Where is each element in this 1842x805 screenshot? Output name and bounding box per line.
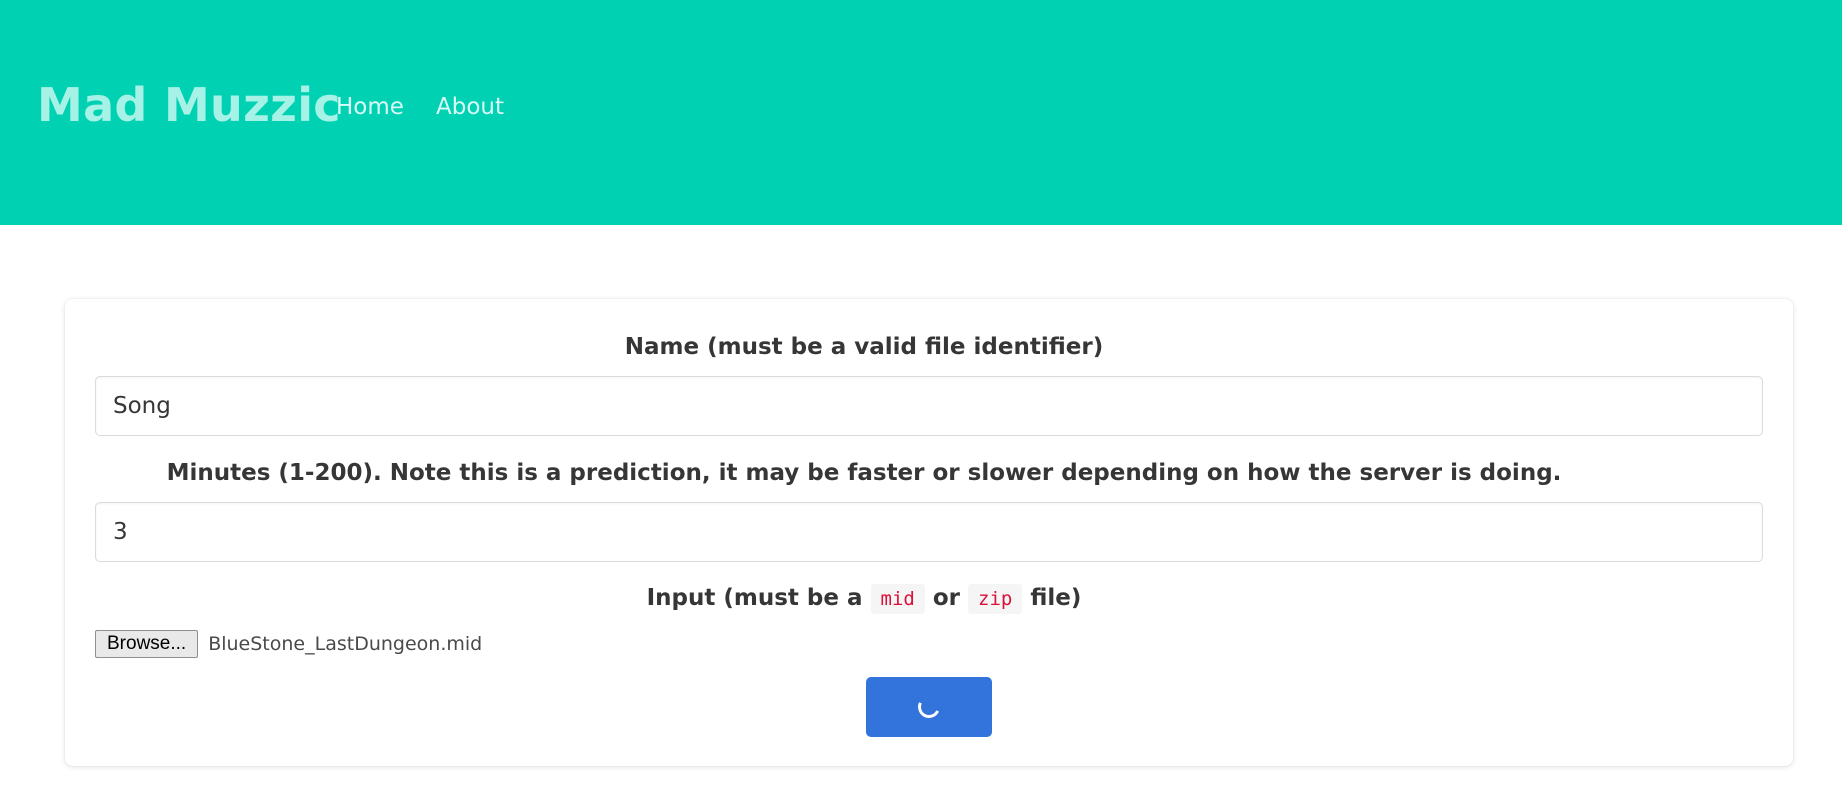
nav-link-home[interactable]: Home: [336, 94, 404, 120]
loading-spinner-icon: [914, 692, 944, 722]
browse-button[interactable]: Browse...: [95, 630, 199, 658]
file-input-label-prefix: Input (must be a: [646, 585, 871, 611]
file-picker: Browse... BlueStone_LastDungeon.mid: [95, 630, 482, 658]
minutes-label: Minutes (1-200). Note this is a predicti…: [166, 460, 1562, 486]
nav-link-about[interactable]: About: [436, 94, 504, 120]
zip-extension-code: zip: [968, 584, 1023, 614]
file-input-label-suffix: file): [1022, 585, 1082, 611]
file-input-label: Input (must be a mid or zip file): [0, 584, 1728, 614]
file-input-label-middle: or: [924, 585, 969, 611]
mid-extension-code: mid: [870, 584, 925, 614]
selected-file-name: BlueStone_LastDungeon.mid: [208, 633, 483, 655]
brand-title[interactable]: Mad Muzzic: [37, 78, 341, 132]
minutes-input[interactable]: [95, 502, 1763, 562]
submit-button[interactable]: [866, 677, 992, 737]
name-label: Name (must be a valid file identifier): [624, 334, 1104, 360]
hero-header: Mad Muzzic Home About: [0, 0, 1842, 225]
name-input[interactable]: [95, 376, 1763, 436]
